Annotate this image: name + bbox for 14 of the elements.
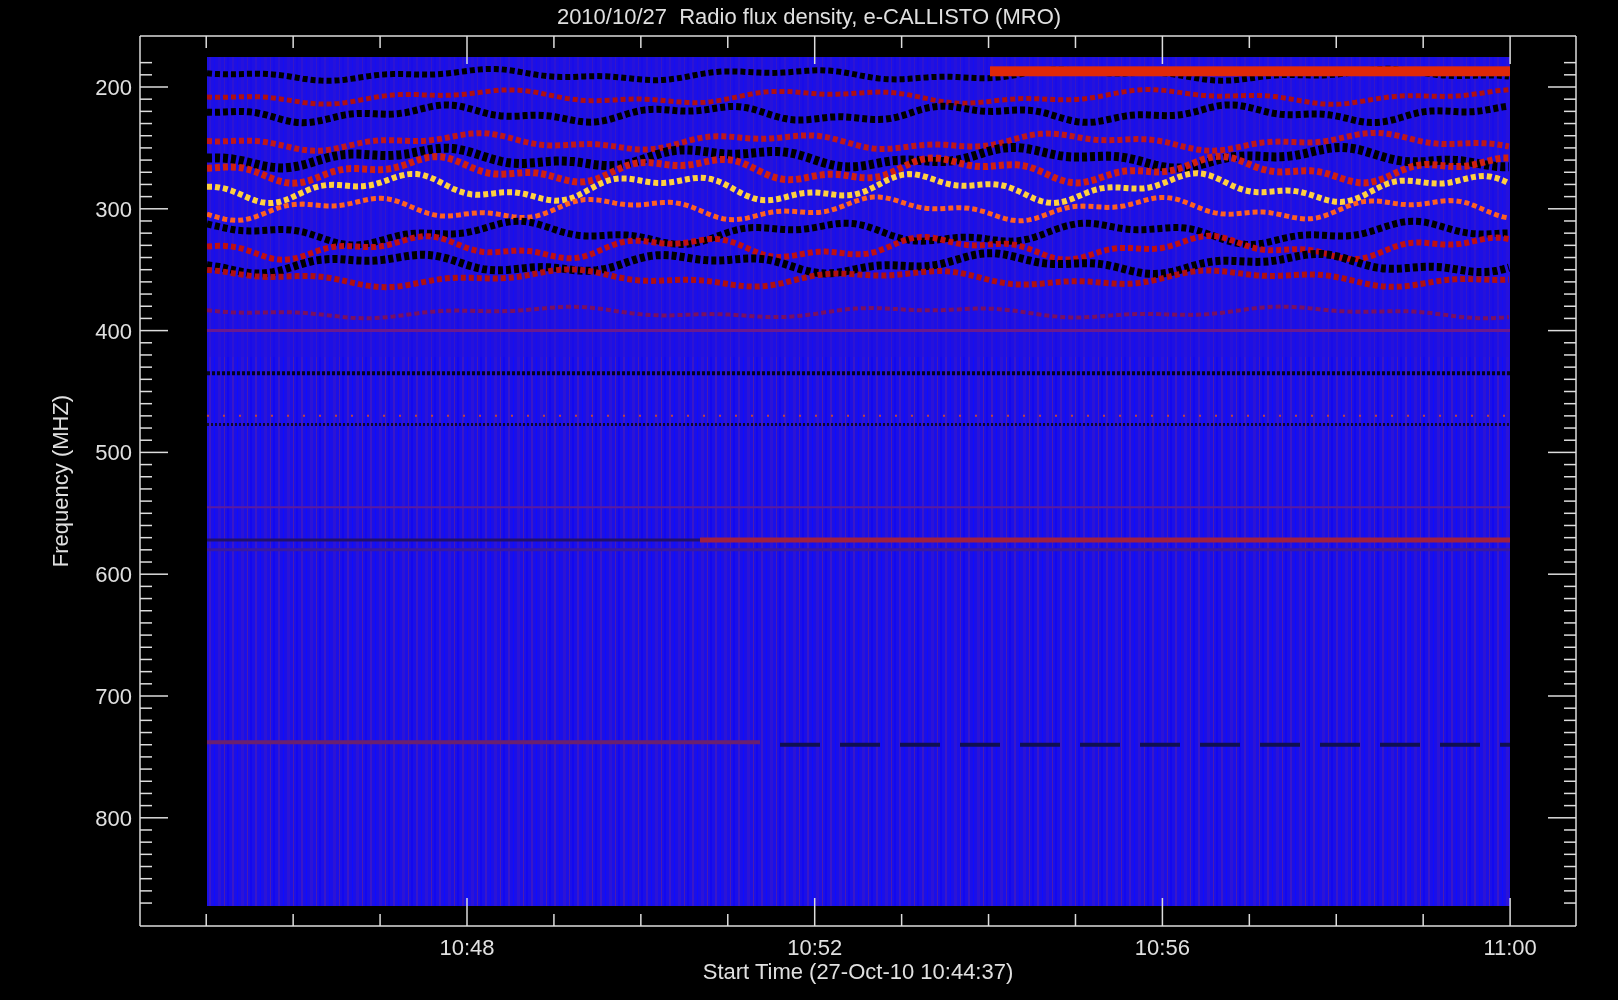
y-tick-label: 600 bbox=[95, 562, 132, 588]
y-tick-label: 400 bbox=[95, 318, 132, 344]
y-axis-label: Frequency (MHZ) bbox=[48, 394, 73, 568]
x-tick-label: 10:48 bbox=[439, 935, 495, 960]
y-tick-label: 500 bbox=[95, 440, 132, 466]
x-tick-label: 10:56 bbox=[1134, 935, 1190, 960]
y-tick-label: 800 bbox=[95, 805, 132, 831]
y-tick-label: 300 bbox=[95, 196, 132, 222]
x-tick-label: 10:52 bbox=[787, 935, 843, 960]
y-tick-label: 700 bbox=[95, 684, 132, 709]
x-axis-label: Start Time (27-Oct-10 10:44:37) bbox=[702, 959, 1014, 984]
x-tick-label: 11:00 bbox=[1483, 935, 1537, 960]
y-tick-label: 200 bbox=[95, 75, 132, 100]
chart-title: 2010/10/27 Radio flux density, e-CALLISTO (MRO) bbox=[556, 4, 1062, 29]
